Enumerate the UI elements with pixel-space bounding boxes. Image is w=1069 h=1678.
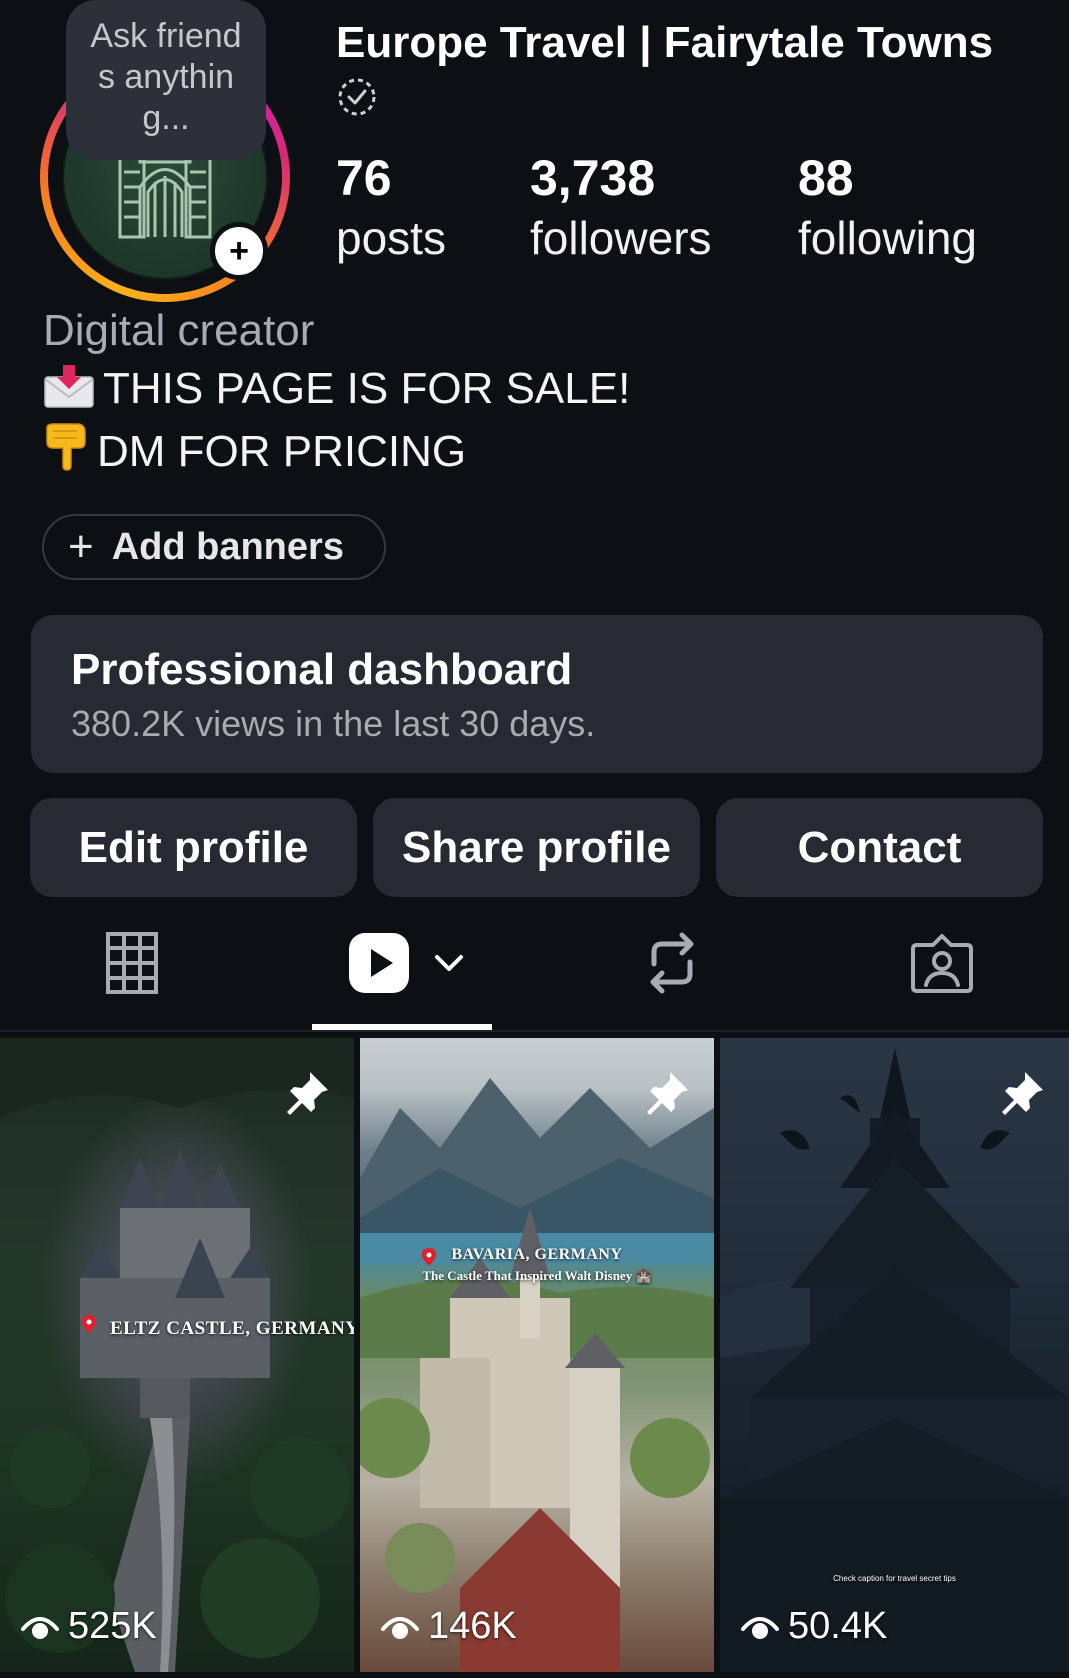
reel-thumbnail[interactable]: Check caption for travel secret tips 50.…: [720, 1038, 1069, 1672]
pin-icon: [287, 1072, 328, 1115]
reels-play-icon: [349, 933, 409, 993]
grid-icon: [106, 932, 158, 994]
reel-caption-title: BAVARIA, GERMANY: [451, 1246, 623, 1263]
followers-label: followers: [530, 212, 712, 264]
reel-view-count: 50.4K: [740, 1605, 887, 1648]
pin-icon: [647, 1072, 688, 1115]
reel-caption: Check caption for travel secret tips: [833, 1574, 956, 1583]
reel-thumbnail[interactable]: ELTZ CASTLE, GERMANY 525K: [0, 1038, 354, 1672]
eye-icon: [21, 1616, 59, 1639]
pin-icon: [1002, 1072, 1043, 1115]
add-banners-label: Add banners: [111, 525, 344, 568]
note-text: Ask friends anything...: [90, 17, 242, 137]
repost-icon: [650, 932, 694, 994]
incoming-envelope-emoji-icon: [44, 365, 94, 408]
tagged-person-icon: [911, 934, 973, 993]
followers-count: 3,738: [530, 150, 656, 206]
stat-posts[interactable]: 76 posts: [336, 148, 446, 268]
contact-button[interactable]: Contact: [716, 798, 1043, 897]
tab-tagged[interactable]: [900, 928, 984, 998]
note-bubble[interactable]: Ask friends anything...: [66, 0, 266, 160]
tab-reposts[interactable]: [630, 928, 714, 998]
share-profile-button[interactable]: Share profile: [373, 798, 700, 897]
tabs-divider: [0, 1030, 1069, 1032]
profile-category: Digital creator: [43, 306, 315, 355]
reel-caption-subtitle: The Castle That Inspired Walt Disney 🏰: [422, 1268, 652, 1283]
bio-text-2: DM FOR PRICING: [97, 427, 467, 476]
reel-view-count: 525K: [20, 1605, 157, 1648]
castle-scene-image: [360, 1078, 714, 1672]
view-count: 146K: [428, 1605, 517, 1647]
dashboard-subtitle: 380.2K views in the last 30 days.: [71, 703, 596, 744]
tab-grid[interactable]: [90, 928, 174, 998]
following-label: following: [798, 212, 977, 264]
reel-thumbnail[interactable]: BAVARIA, GERMANY The Castle That Inspire…: [360, 1038, 714, 1672]
eye-icon: [381, 1616, 419, 1639]
castle-scene-image: [0, 1038, 354, 1672]
bio-line-2: DM FOR PRICING: [43, 422, 466, 477]
reels-grid: ELTZ CASTLE, GERMANY 525K BAVARIA, GERMA…: [0, 1038, 1069, 1678]
add-story-button[interactable]: +: [210, 222, 268, 280]
pointing-down-hand-emoji-icon: [46, 423, 86, 471]
edit-profile-button[interactable]: Edit profile: [30, 798, 357, 897]
professional-dashboard-card[interactable]: Professional dashboard 380.2K views in t…: [31, 615, 1043, 773]
tab-reels[interactable]: [320, 928, 496, 998]
posts-label: posts: [336, 212, 446, 264]
eye-icon: [741, 1616, 779, 1639]
plus-icon: +: [68, 522, 94, 571]
posts-count: 76: [336, 150, 392, 206]
stat-followers[interactable]: 3,738 followers: [530, 148, 712, 268]
view-count: 50.4K: [788, 1605, 888, 1647]
view-count: 525K: [68, 1605, 157, 1647]
add-banners-button[interactable]: + Add banners: [42, 514, 386, 580]
following-count: 88: [798, 150, 854, 206]
location-pin-icon: [82, 1315, 96, 1333]
stat-following[interactable]: 88 following: [798, 148, 977, 268]
dashed-circle-check-icon[interactable]: [336, 76, 378, 118]
reel-caption: ELTZ CASTLE, GERMANY: [110, 1318, 354, 1339]
bio-line-1: THIS PAGE IS FOR SALE!: [43, 364, 630, 414]
dashboard-title: Professional dashboard: [71, 645, 573, 694]
reel-view-count: 146K: [380, 1605, 517, 1648]
bio-text-1: THIS PAGE IS FOR SALE!: [103, 364, 631, 413]
chevron-down-icon: [435, 955, 463, 971]
account-name: Europe Travel | Fairytale Towns: [336, 18, 994, 67]
